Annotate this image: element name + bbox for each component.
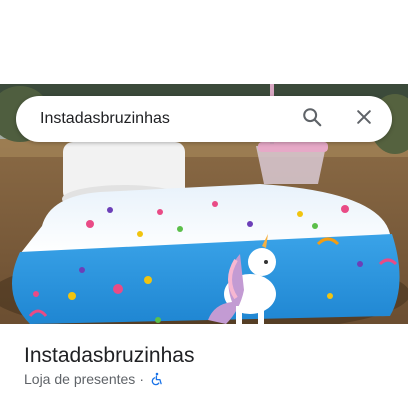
meta-separator: · [139,371,144,387]
wheelchair-icon [150,372,164,386]
place-info-panel[interactable]: Instadasbruzinhas Loja de presentes · [0,324,408,408]
place-category: Loja de presentes [24,371,136,387]
search-bar[interactable]: Instadasbruzinhas [16,96,392,142]
place-name: Instadasbruzinhas [24,344,195,367]
close-button[interactable] [344,99,384,139]
search-input[interactable]: Instadasbruzinhas [16,110,292,128]
search-icon [301,106,323,133]
close-icon [354,107,374,132]
search-button[interactable] [292,99,332,139]
place-meta: Loja de presentes · [24,371,164,387]
